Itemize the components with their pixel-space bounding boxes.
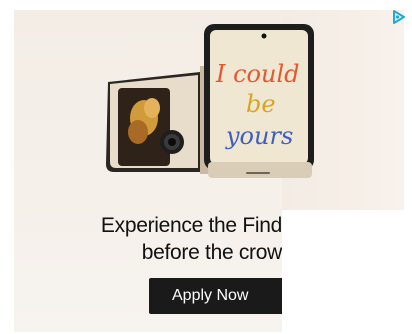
adchoices-icon[interactable]: [392, 10, 406, 24]
headline-line-1: Experience the Find: [100, 214, 282, 237]
ad-container: I could be yours Experience the Find bef…: [0, 0, 412, 334]
screen-text-2: be: [246, 90, 276, 118]
headline-line-2: before the crow: [141, 241, 282, 264]
apply-now-button[interactable]: Apply Now: [149, 278, 282, 314]
screen-text-3: yours: [225, 122, 293, 150]
screen-text-1: I could: [215, 60, 300, 88]
phone-illustration[interactable]: I could be yours: [96, 22, 328, 187]
ad-headline[interactable]: Experience the Find before the crow: [14, 212, 282, 266]
